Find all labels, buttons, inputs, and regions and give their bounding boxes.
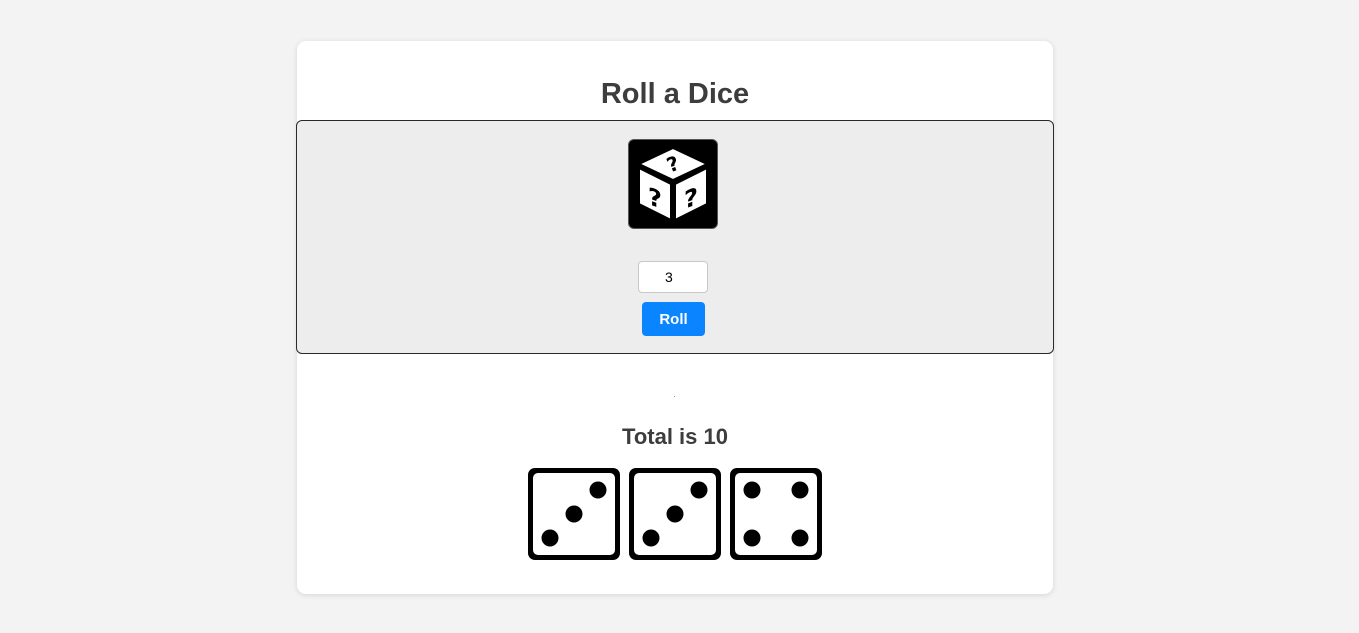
die-face-3 xyxy=(528,468,620,560)
die-pip xyxy=(589,481,607,499)
roll-button[interactable]: Roll xyxy=(642,302,705,336)
divider-dot xyxy=(674,396,675,397)
die-pip xyxy=(690,481,708,499)
svg-text:?: ? xyxy=(684,182,698,215)
question-dice-icon: ? ? ? xyxy=(628,139,718,229)
dice-card: Roll a Dice ? ? ? Roll Total is 10 xyxy=(296,41,1054,594)
die-pip xyxy=(791,529,809,547)
dice-count-input[interactable] xyxy=(638,261,708,293)
die-pip xyxy=(791,481,809,499)
die-pip xyxy=(743,529,761,547)
dice-results xyxy=(528,468,822,560)
page-title: Roll a Dice xyxy=(600,78,750,110)
die-pip xyxy=(642,529,660,547)
roll-panel: ? ? ? Roll xyxy=(296,120,1054,354)
die-face-4 xyxy=(730,468,822,560)
die-pip xyxy=(666,505,684,523)
die-pip xyxy=(541,529,559,547)
svg-text:?: ? xyxy=(648,182,662,215)
die-face-3 xyxy=(629,468,721,560)
die-pip xyxy=(743,481,761,499)
die-pip xyxy=(565,505,583,523)
page: Roll a Dice ? ? ? Roll Total is 10 xyxy=(0,0,1359,633)
total-text: Total is 10 xyxy=(622,424,728,449)
